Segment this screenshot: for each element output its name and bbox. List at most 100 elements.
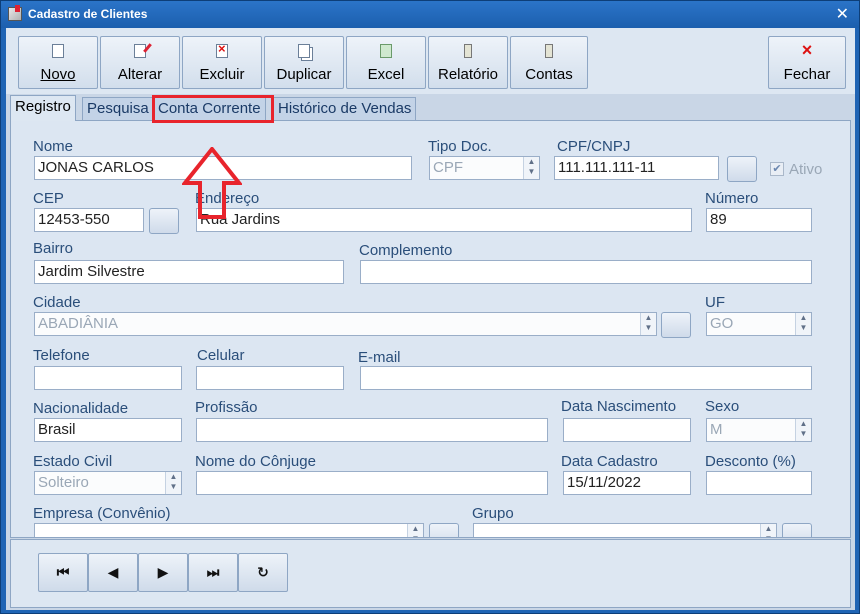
empresa-lookup-button[interactable] (429, 523, 459, 537)
desconto-label: Desconto (%) (705, 453, 796, 470)
contas-button-label: Contas (525, 66, 573, 83)
excel-button-label: Excel (367, 66, 405, 83)
delete-document-icon (216, 41, 228, 58)
uf-select[interactable]: GO ▲ ▼ (706, 312, 812, 336)
nacionalidade-input[interactable]: Brasil (34, 418, 182, 442)
nome-conjuge-input[interactable] (196, 471, 548, 495)
data-cadastro-label: Data Cadastro (561, 453, 658, 470)
nav-last-button[interactable]: ⏭ (188, 553, 238, 592)
first-record-icon: ⏮ (56, 564, 70, 580)
window-client-area: Novo Alterar Excluir Duplicar Excel Rela… (6, 28, 855, 610)
profissao-input[interactable] (196, 418, 548, 442)
tipo-doc-label: Tipo Doc. (428, 138, 492, 155)
data-cadastro-input[interactable]: 15/11/2022 (563, 471, 691, 495)
alterar-button-label: Alterar (117, 66, 163, 83)
novo-button[interactable]: Novo (18, 36, 98, 89)
celular-label: Celular (197, 347, 245, 364)
telefone-label: Telefone (33, 347, 90, 364)
toolbar: Novo Alterar Excluir Duplicar Excel Rela… (6, 28, 855, 94)
cidade-select[interactable]: ABADIÂNIA ▲ ▼ (34, 312, 657, 336)
estado-civil-select[interactable]: Solteiro ▲ ▼ (34, 471, 182, 495)
uf-label: UF (705, 294, 725, 311)
registro-panel: Nome JONAS CARLOS Tipo Doc. CPF ▲ ▼ CPF/C… (10, 120, 851, 538)
desconto-input[interactable] (706, 471, 812, 495)
cpf-cnpj-label: CPF/CNPJ (557, 138, 631, 155)
uf-spin-icon[interactable]: ▲ ▼ (795, 313, 811, 335)
ativo-checkbox[interactable]: ✔ (770, 162, 784, 176)
excel-icon (380, 44, 392, 58)
cep-input[interactable]: 12453-550 (34, 208, 144, 232)
estado-civil-label: Estado Civil (33, 453, 113, 470)
cidade-spin-icon[interactable]: ▲ ▼ (640, 313, 656, 335)
record-navigation-bar: ⏮ ◀ ▶ ⏭ ↻ (10, 539, 851, 608)
nav-next-button[interactable]: ▶ (138, 553, 188, 592)
cep-label: CEP (33, 190, 64, 207)
nav-refresh-button[interactable]: ↻ (238, 553, 288, 592)
complemento-input[interactable] (360, 260, 812, 284)
new-document-icon (52, 44, 64, 58)
estado-civil-spin-icon[interactable]: ▲ ▼ (165, 472, 181, 494)
grupo-spin-icon[interactable]: ▲▼ (760, 524, 776, 537)
refresh-icon: ↻ (257, 564, 269, 580)
tab-pesquisa[interactable]: Pesquisa (82, 97, 154, 120)
empresa-label: Empresa (Convênio) (33, 505, 171, 522)
cidade-lookup-button[interactable] (661, 312, 691, 338)
estado-civil-value: Solteiro (38, 474, 89, 491)
tab-historico-vendas[interactable]: Histórico de Vendas (273, 97, 417, 120)
cidade-value: ABADIÂNIA (38, 315, 119, 332)
app-icon (8, 5, 22, 21)
duplicate-document-icon (298, 44, 310, 58)
close-x-icon: × (801, 40, 813, 60)
nav-prev-button[interactable]: ◀ (88, 553, 138, 592)
duplicar-button[interactable]: Duplicar (264, 36, 344, 89)
previous-record-icon: ◀ (107, 564, 119, 580)
endereco-input[interactable]: Rua Jardins (196, 208, 692, 232)
empresa-spin-icon[interactable]: ▲▼ (407, 524, 423, 537)
tipo-doc-spin-icon[interactable]: ▲ ▼ (523, 157, 539, 179)
tipo-doc-value: CPF (433, 159, 463, 176)
annotation-up-arrow-icon (182, 147, 242, 219)
cep-lookup-button[interactable] (149, 208, 179, 234)
duplicar-button-label: Duplicar (276, 66, 332, 83)
client-registration-window: Cadastro de Clientes ✕ Novo Alterar Excl… (0, 0, 860, 614)
accounts-icon (545, 44, 553, 58)
sexo-label: Sexo (705, 398, 740, 415)
data-nascimento-label: Data Nascimento (561, 398, 677, 415)
nacionalidade-label: Nacionalidade (33, 400, 129, 417)
grupo-label: Grupo (472, 505, 514, 522)
tab-registro[interactable]: Registro (10, 95, 76, 121)
sexo-spin-icon[interactable]: ▲ ▼ (795, 419, 811, 441)
numero-input[interactable]: 89 (706, 208, 812, 232)
nome-conjuge-label: Nome do Cônjuge (195, 453, 316, 470)
cidade-label: Cidade (33, 294, 81, 311)
cpf-lookup-button[interactable] (727, 156, 757, 182)
telefone-input[interactable] (34, 366, 182, 390)
last-record-icon: ⏭ (206, 564, 220, 580)
excluir-button[interactable]: Excluir (182, 36, 262, 89)
relatorio-button-label: Relatório (437, 66, 499, 83)
fechar-button-label: Fechar (783, 66, 831, 83)
email-input[interactable] (360, 366, 812, 390)
sexo-select[interactable]: M ▲ ▼ (706, 418, 812, 442)
excel-button[interactable]: Excel (346, 36, 426, 89)
fechar-button[interactable]: × Fechar (768, 36, 846, 89)
title-bar: Cadastro de Clientes ✕ (1, 1, 859, 28)
profissao-label: Profissão (195, 399, 258, 416)
nome-label: Nome (33, 138, 74, 155)
bairro-label: Bairro (33, 240, 74, 257)
cpf-cnpj-input[interactable]: 111.111.111-11 (554, 156, 719, 180)
tipo-doc-select[interactable]: CPF ▲ ▼ (429, 156, 540, 180)
window-close-icon[interactable]: ✕ (836, 4, 849, 24)
empresa-select[interactable]: ▲▼ (34, 523, 424, 537)
contas-button[interactable]: Contas (510, 36, 588, 89)
grupo-select[interactable]: ▲▼ (473, 523, 777, 537)
bairro-input[interactable]: Jardim Silvestre (34, 260, 344, 284)
grupo-lookup-button[interactable] (782, 523, 812, 537)
alterar-button[interactable]: Alterar (100, 36, 180, 89)
celular-input[interactable] (196, 366, 344, 390)
data-nascimento-input[interactable] (563, 418, 691, 442)
complemento-label: Complemento (359, 242, 453, 259)
tab-highlight-box (152, 95, 274, 123)
nav-first-button[interactable]: ⏮ (38, 553, 88, 592)
relatorio-button[interactable]: Relatório (428, 36, 508, 89)
